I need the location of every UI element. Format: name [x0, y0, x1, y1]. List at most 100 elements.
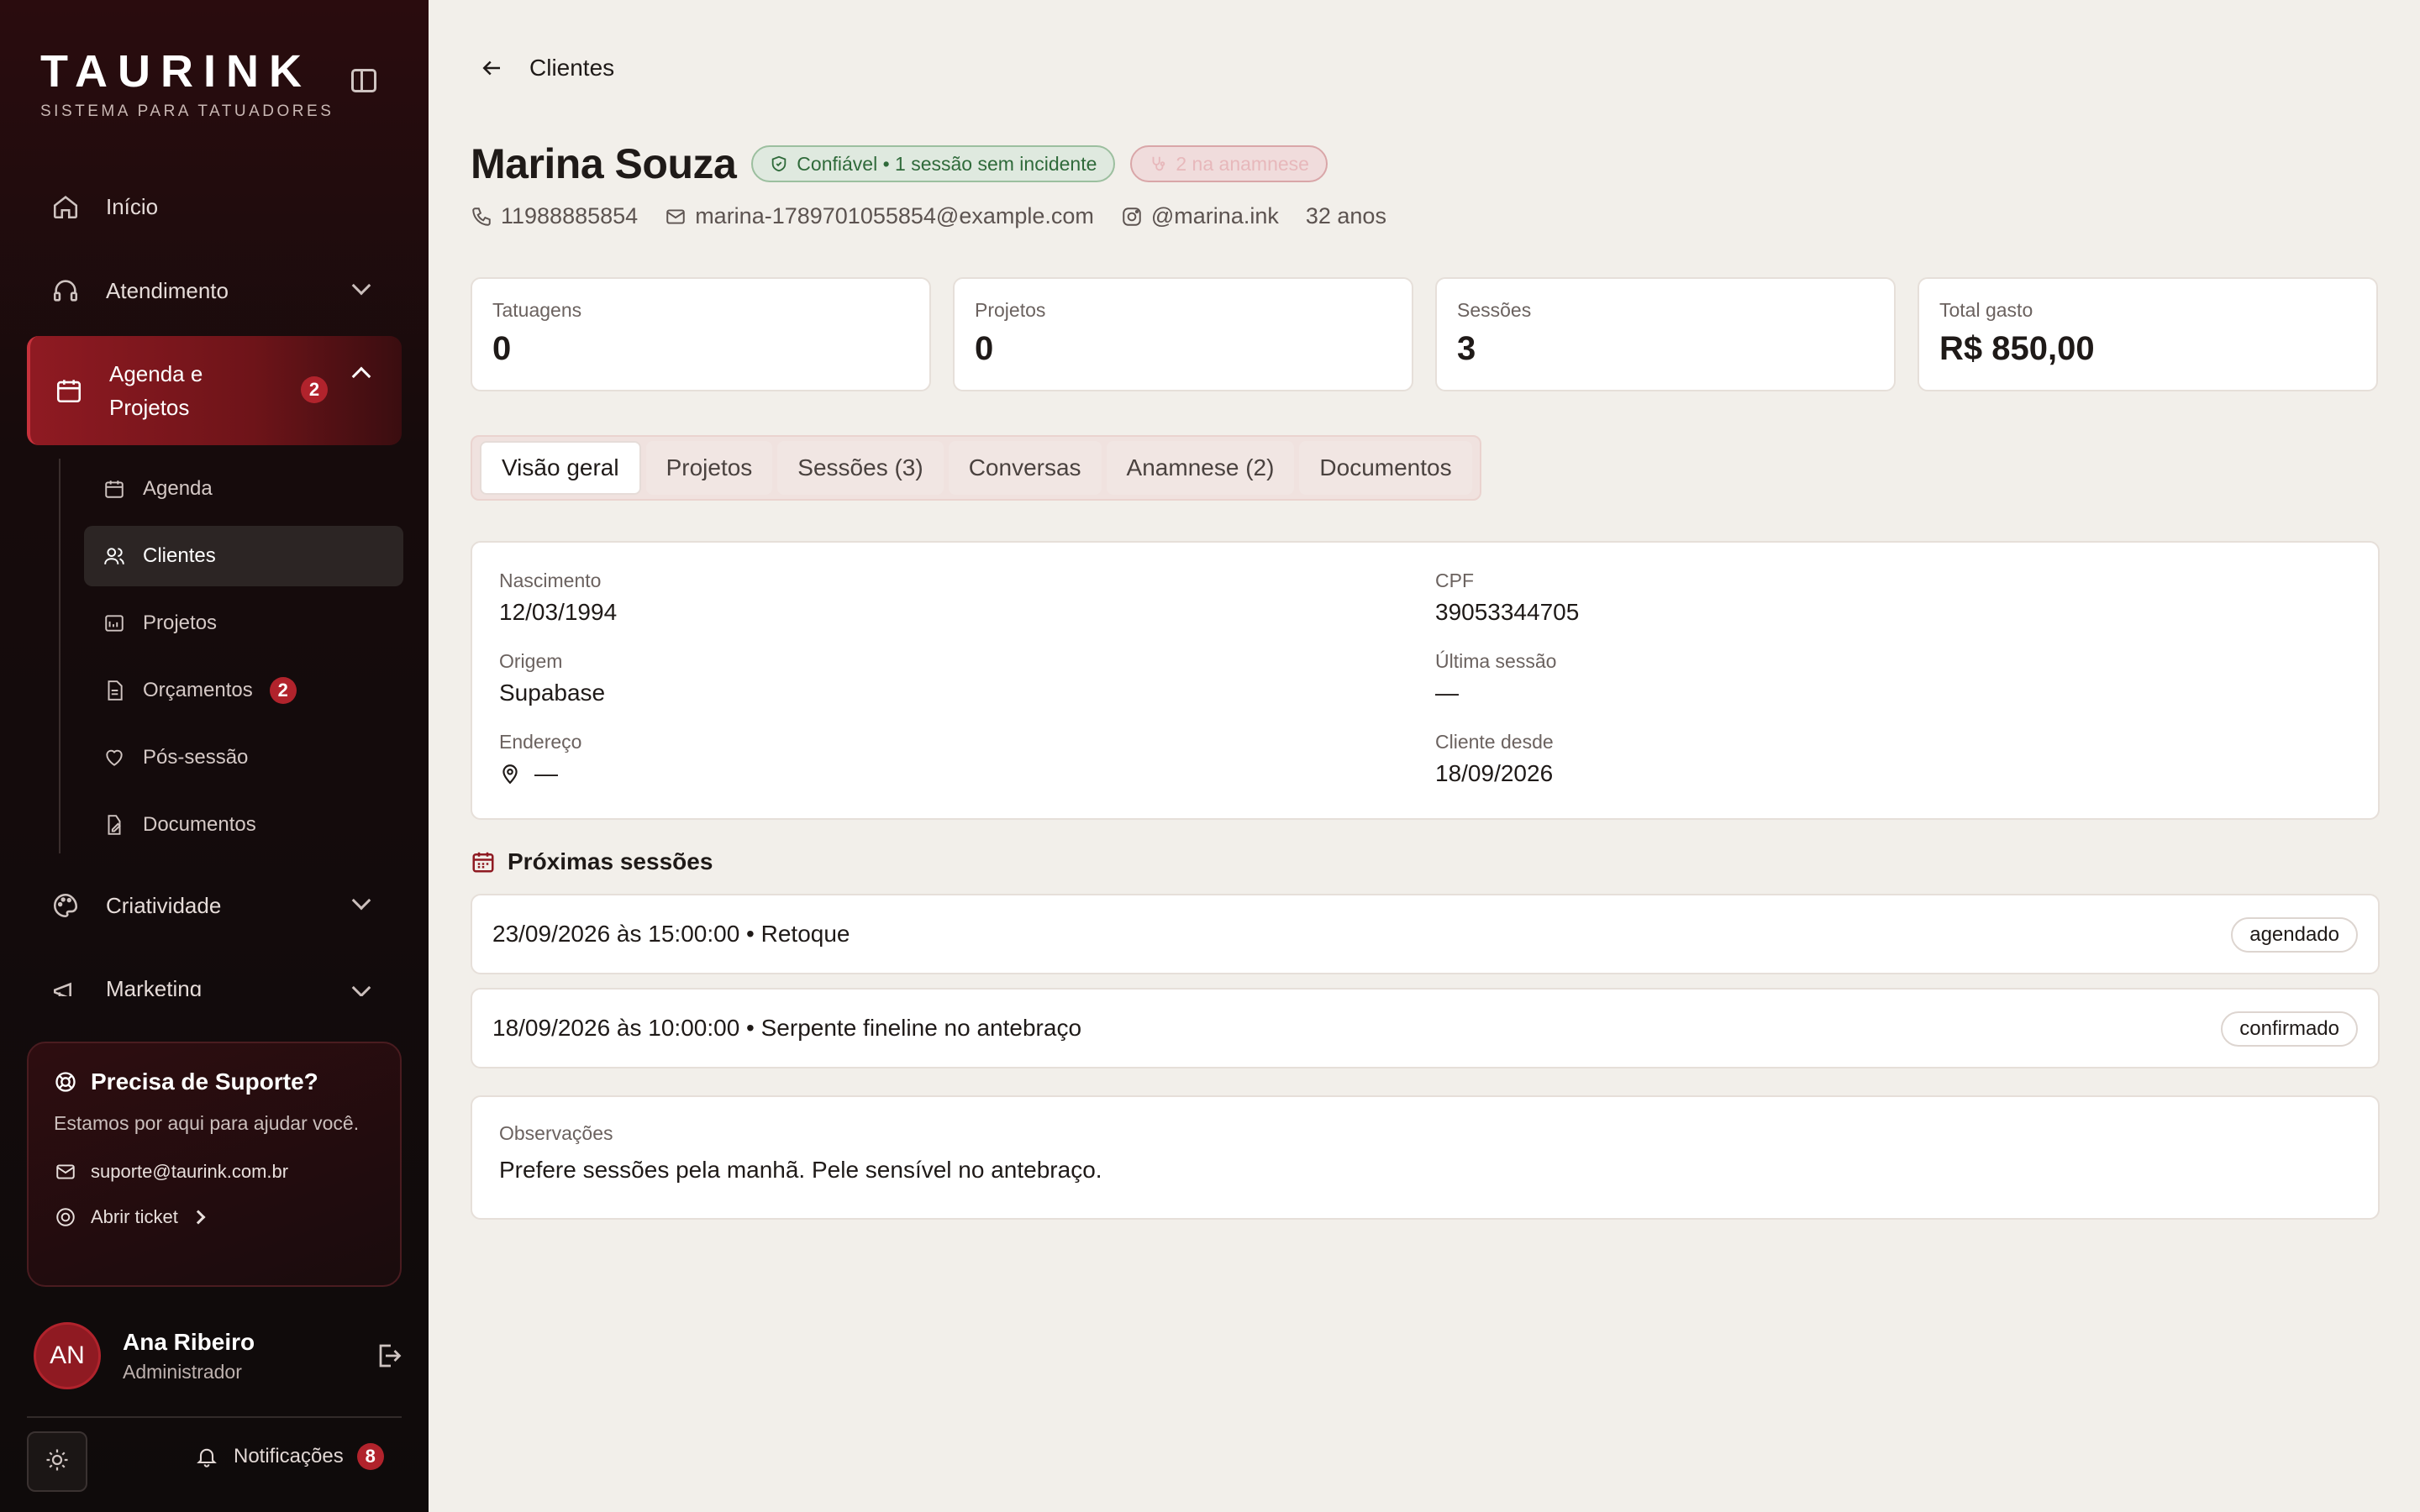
- instagram-icon: [1121, 205, 1144, 228]
- sun-icon: [45, 1447, 70, 1477]
- sidebar-subitem-agenda[interactable]: Agenda: [84, 459, 403, 519]
- subnav: Agenda Clientes Projetos Orçamentos 2 Pó…: [59, 459, 403, 853]
- avatar: AN: [34, 1322, 101, 1389]
- palette-icon: [50, 890, 81, 921]
- users-icon: [103, 544, 126, 568]
- subitem-label: Documentos: [143, 813, 256, 836]
- upcoming-sessions-title: Próximas sessões: [471, 848, 713, 875]
- tab-visao-geral[interactable]: Visão geral: [480, 441, 641, 495]
- session-row[interactable]: 23/09/2026 às 15:00:00 • Retoque agendad…: [471, 894, 2380, 974]
- tab-projetos[interactable]: Projetos: [645, 441, 773, 495]
- divider: [27, 1416, 402, 1418]
- file-icon: [103, 679, 126, 702]
- stat-tatuagens: Tatuagens 0: [471, 277, 931, 391]
- field-ultima-sessao: Última sessão —: [1435, 650, 1557, 706]
- user-profile[interactable]: AN Ana Ribeiro Administrador: [34, 1322, 403, 1389]
- image-icon: [103, 612, 126, 635]
- chevron-down-icon: [351, 276, 371, 296]
- field-endereco: Endereço —: [499, 731, 582, 786]
- sidebar-item-agenda-projetos[interactable]: Agenda e Projetos 2: [27, 336, 402, 445]
- field-cpf: CPF 39053344705: [1435, 570, 1580, 625]
- session-text: 23/09/2026 às 15:00:00 • Retoque: [492, 921, 850, 947]
- orcamentos-badge: 2: [269, 677, 297, 704]
- subitem-label: Agenda: [143, 477, 213, 500]
- client-phone[interactable]: 11988885854: [471, 203, 638, 229]
- arrow-left-icon: [479, 54, 508, 82]
- heart-icon: [103, 746, 126, 769]
- sidebar-subitem-documentos[interactable]: Documentos: [84, 795, 403, 855]
- sidebar-item-label: Agenda e Projetos: [109, 361, 203, 420]
- subitem-label: Projetos: [143, 612, 218, 634]
- bell-icon: [193, 1443, 220, 1470]
- sidebar-item-marketing[interactable]: Marketing: [27, 953, 402, 996]
- notifications-button[interactable]: Notificações 8: [193, 1443, 384, 1470]
- support-title: Precisa de Suporte?: [54, 1068, 375, 1095]
- tab-conversas[interactable]: Conversas: [948, 441, 1102, 495]
- chevron-down-icon: [351, 890, 371, 911]
- calendar-icon: [54, 375, 84, 406]
- sidebar-item-inicio[interactable]: Início: [27, 170, 402, 244]
- subitem-label: Orçamentos: [143, 679, 253, 701]
- field-cliente-desde: Cliente desde 18/09/2026: [1435, 731, 1554, 786]
- stat-total-gasto: Total gasto R$ 850,00: [1918, 277, 2378, 391]
- stat-sessoes: Sessões 3: [1435, 277, 1896, 391]
- sidebar-item-label: Atendimento: [106, 277, 229, 303]
- theme-toggle-button[interactable]: [27, 1431, 87, 1492]
- back-link[interactable]: Clientes: [479, 54, 614, 82]
- subitem-label: Clientes: [143, 544, 216, 567]
- open-ticket-button[interactable]: Abrir ticket: [54, 1205, 375, 1229]
- support-desc: Estamos por aqui para ajudar você.: [54, 1112, 360, 1134]
- sidebar-collapse-icon[interactable]: [351, 69, 376, 92]
- client-age: 32 anos: [1305, 203, 1386, 228]
- sidebar-item-label: Marketing: [106, 976, 203, 996]
- notes-text: Prefere sessões pela manhã. Pele sensíve…: [499, 1157, 1102, 1183]
- megaphone-icon: [50, 976, 81, 996]
- user-role: Administrador: [123, 1360, 242, 1383]
- field-origem: Origem Supabase: [499, 650, 606, 706]
- brand: TAURINK SISTEMA PARA TATUADORES: [40, 45, 334, 121]
- field-nascimento: Nascimento 12/03/1994: [499, 570, 618, 625]
- logout-icon[interactable]: [373, 1341, 403, 1371]
- edit-file-icon: [103, 813, 126, 837]
- tab-documentos[interactable]: Documentos: [1299, 441, 1472, 495]
- tab-sessoes[interactable]: Sessões (3): [777, 441, 944, 495]
- client-instagram[interactable]: @marina.ink: [1121, 203, 1279, 229]
- tab-anamnese[interactable]: Anamnese (2): [1106, 441, 1295, 495]
- status-badge: confirmado: [2221, 1011, 2358, 1047]
- user-name: Ana Ribeiro: [123, 1328, 255, 1355]
- phone-icon: [471, 205, 494, 228]
- support-card: Precisa de Suporte? Estamos por aqui par…: [27, 1042, 402, 1287]
- session-text: 18/09/2026 às 10:00:00 • Serpente fineli…: [492, 1015, 1082, 1041]
- shield-check-icon: [770, 155, 788, 173]
- chevron-up-icon: [351, 366, 371, 386]
- mail-icon: [54, 1160, 77, 1184]
- calendar-icon: [103, 477, 126, 501]
- client-email[interactable]: marina-1789701055854@example.com: [665, 203, 1094, 229]
- client-name: Marina Souza: [471, 140, 737, 187]
- support-email-link[interactable]: suporte@taurink.com.br: [54, 1160, 375, 1184]
- mail-icon: [665, 205, 688, 228]
- sidebar-item-criatividade[interactable]: Criatividade: [27, 869, 402, 942]
- sidebar-subitem-orcamentos[interactable]: Orçamentos 2: [84, 660, 403, 721]
- main-content: Clientes Marina Souza Confiável • 1 sess…: [429, 0, 2420, 1512]
- chevron-right-icon: [191, 1210, 206, 1225]
- sidebar-item-label: Início: [106, 193, 159, 219]
- notes-label: Observações: [499, 1122, 613, 1144]
- trust-badge: Confiável • 1 sessão sem incidente: [751, 145, 1116, 182]
- sidebar: TAURINK SISTEMA PARA TATUADORES Início A…: [0, 0, 429, 1512]
- subitem-label: Pós-sessão: [143, 746, 249, 769]
- sidebar-item-label: Criatividade: [106, 892, 222, 918]
- notes-card: Observações Prefere sessões pela manhã. …: [471, 1095, 2380, 1220]
- map-pin-icon: [499, 763, 521, 785]
- sidebar-subitem-clientes[interactable]: Clientes: [84, 526, 403, 586]
- lifebuoy-icon: [54, 1070, 77, 1094]
- sidebar-subitem-projetos[interactable]: Projetos: [84, 593, 403, 654]
- sidebar-subitem-pos-sessao[interactable]: Pós-sessão: [84, 727, 403, 788]
- sidebar-item-atendimento[interactable]: Atendimento: [27, 254, 402, 328]
- anamnese-badge[interactable]: 2 na anamnese: [1130, 145, 1328, 182]
- client-tabs: Visão geral Projetos Sessões (3) Convers…: [471, 435, 1481, 501]
- stethoscope-icon: [1149, 155, 1167, 173]
- calendar-icon: [471, 848, 497, 875]
- session-row[interactable]: 18/09/2026 às 10:00:00 • Serpente fineli…: [471, 988, 2380, 1068]
- status-badge: agendado: [2231, 917, 2358, 953]
